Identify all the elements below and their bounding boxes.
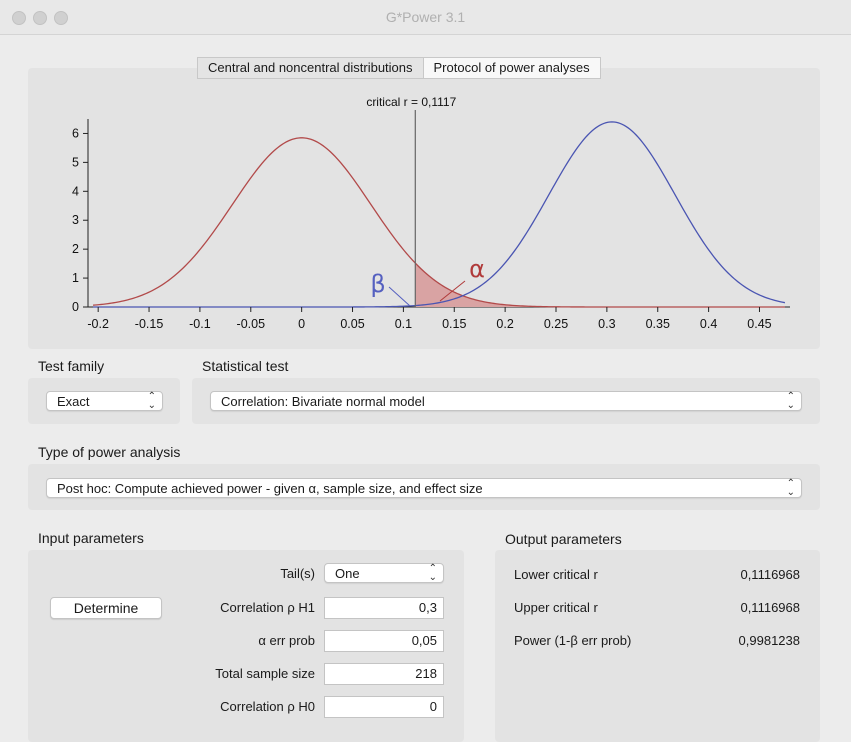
y-tick-label: 0 bbox=[72, 300, 79, 314]
power-analysis-value: Post hoc: Compute achieved power - given… bbox=[57, 481, 483, 496]
power-value: 0,9981238 bbox=[738, 633, 800, 648]
y-tick-label: 3 bbox=[72, 213, 79, 227]
tab-protocol[interactable]: Protocol of power analyses bbox=[423, 57, 601, 79]
output-parameters-header: Output parameters bbox=[505, 531, 622, 547]
x-tick-label: 0.1 bbox=[395, 317, 412, 331]
x-tick-label: 0.25 bbox=[544, 317, 568, 331]
x-tick-label: 0.05 bbox=[340, 317, 364, 331]
x-tick-label: -0.15 bbox=[135, 317, 164, 331]
x-tick-label: 0.4 bbox=[700, 317, 717, 331]
noncentral-distribution-curve bbox=[93, 121, 786, 308]
input-parameters-header: Input parameters bbox=[38, 530, 144, 546]
test-family-label: Test family bbox=[38, 358, 105, 374]
x-tick-label: 0.2 bbox=[496, 317, 513, 331]
rho-h1-field[interactable]: 0,3 bbox=[324, 597, 444, 619]
lower-critical-r-value: 0,1116968 bbox=[740, 567, 800, 582]
upper-critical-r-value: 0,1116968 bbox=[740, 600, 800, 615]
statistical-test-value: Correlation: Bivariate normal model bbox=[221, 394, 425, 409]
view-tabs: Central and noncentral distributions Pro… bbox=[197, 57, 601, 79]
x-tick-label: -0.05 bbox=[237, 317, 266, 331]
power-label: Power (1-β err prob) bbox=[514, 633, 632, 648]
x-tick-label: 0.45 bbox=[747, 317, 771, 331]
lower-critical-r-label: Lower critical r bbox=[514, 567, 598, 582]
power-analysis-label: Type of power analysis bbox=[38, 444, 181, 460]
chevron-updown-icon: ⌃ ⌄ bbox=[786, 478, 795, 498]
y-tick-label: 5 bbox=[72, 155, 79, 169]
rho-h0-field[interactable]: 0 bbox=[324, 696, 444, 718]
y-tick-label: 6 bbox=[72, 126, 79, 140]
chevron-updown-icon: ⌃ ⌄ bbox=[147, 391, 156, 411]
x-tick-label: 0 bbox=[298, 317, 305, 331]
distribution-chart: critical r = 0,1117 -0.2 -0.15 -0.1 -0.05 0 0.… bbox=[72, 95, 790, 331]
chevron-updown-icon: ⌃ ⌄ bbox=[786, 391, 795, 411]
x-tick-label: 0.3 bbox=[598, 317, 615, 331]
x-tick-label: -0.1 bbox=[189, 317, 211, 331]
statistical-test-select[interactable]: Correlation: Bivariate normal model ⌃ ⌄ bbox=[210, 391, 802, 411]
x-tick-label: -0.2 bbox=[87, 317, 109, 331]
tails-label: Tail(s) bbox=[280, 566, 315, 581]
y-tick-label: 4 bbox=[72, 184, 79, 198]
chevron-updown-icon: ⌃ ⌄ bbox=[428, 563, 437, 583]
tails-select[interactable]: One ⌃ ⌄ bbox=[324, 563, 444, 583]
test-family-select[interactable]: Exact ⌃ ⌄ bbox=[46, 391, 163, 411]
x-tick-label: 0.15 bbox=[442, 317, 466, 331]
rho-h1-label: Correlation ρ H1 bbox=[220, 600, 315, 615]
critical-r-annotation: critical r = 0,1117 bbox=[366, 95, 456, 109]
beta-pointer bbox=[388, 286, 411, 307]
sample-size-label: Total sample size bbox=[215, 666, 315, 681]
beta-label: β bbox=[370, 270, 385, 298]
x-tick-label: 0.35 bbox=[646, 317, 670, 331]
alpha-label: α bbox=[469, 255, 485, 283]
upper-critical-r-label: Upper critical r bbox=[514, 600, 598, 615]
alpha-err-label: α err prob bbox=[258, 633, 315, 648]
tails-value: One bbox=[335, 566, 360, 581]
y-tick-label: 2 bbox=[72, 242, 79, 256]
central-distribution-curve bbox=[93, 137, 785, 308]
rho-h0-label: Correlation ρ H0 bbox=[220, 699, 315, 714]
statistical-test-label: Statistical test bbox=[202, 358, 289, 374]
test-family-value: Exact bbox=[57, 394, 90, 409]
y-tick-label: 1 bbox=[72, 271, 79, 285]
sample-size-field[interactable]: 218 bbox=[324, 663, 444, 685]
alpha-err-field[interactable]: 0,05 bbox=[324, 630, 444, 652]
tab-distributions[interactable]: Central and noncentral distributions bbox=[197, 57, 424, 79]
power-analysis-select[interactable]: Post hoc: Compute achieved power - given… bbox=[46, 478, 802, 498]
